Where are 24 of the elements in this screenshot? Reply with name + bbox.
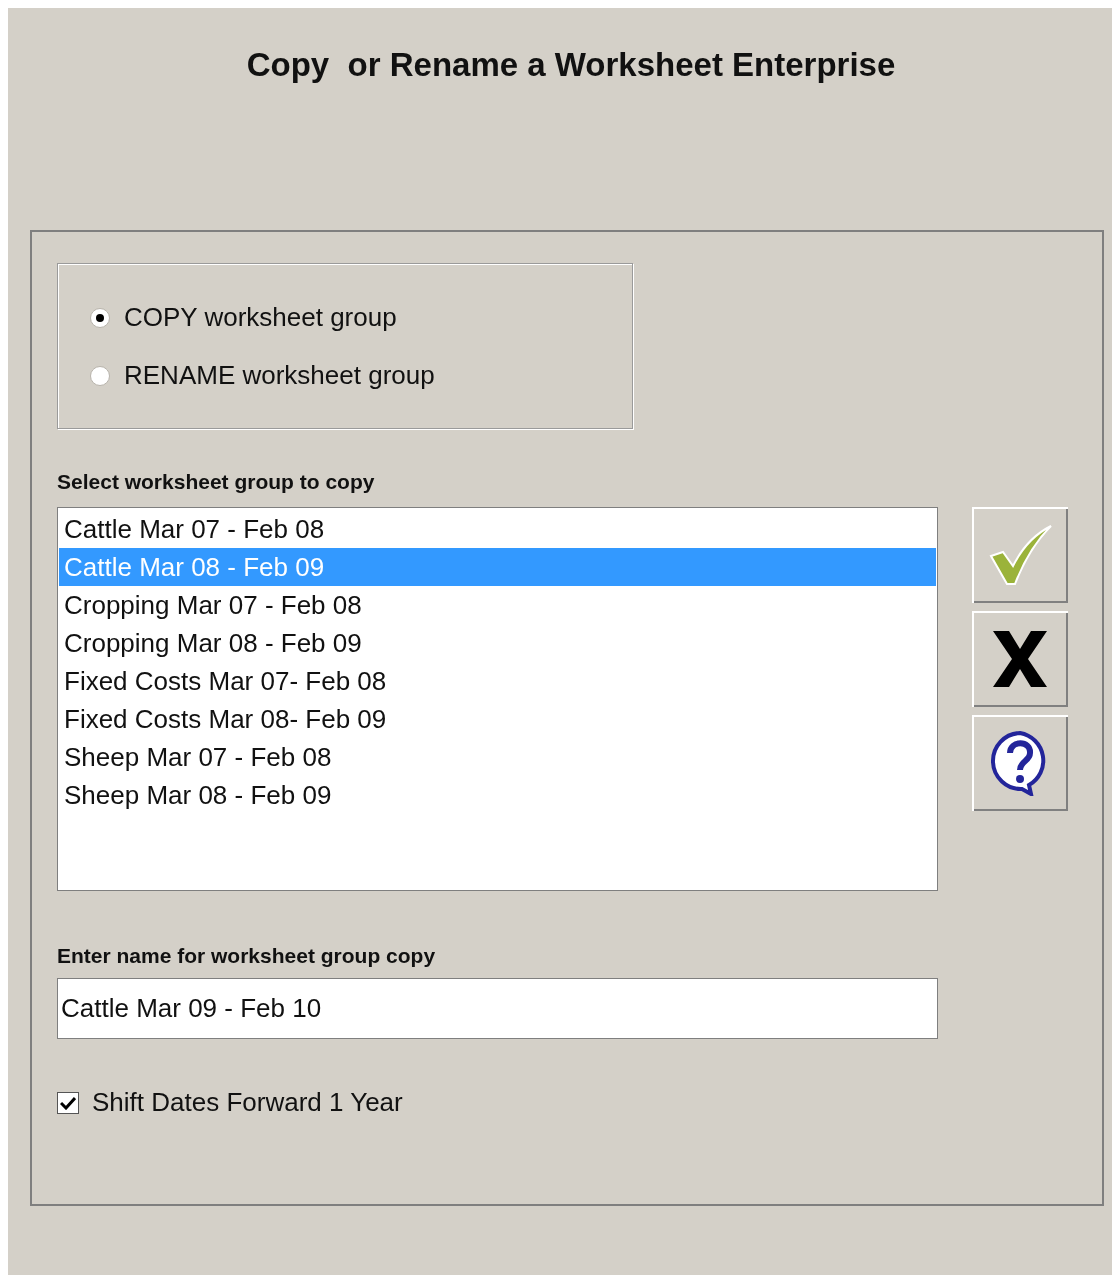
close-icon <box>991 629 1049 689</box>
radio-label[interactable]: RENAME worksheet group <box>124 360 435 391</box>
radio-label[interactable]: COPY worksheet group <box>124 302 397 333</box>
list-item[interactable]: Cattle Mar 07 - Feb 08 <box>59 510 936 548</box>
checkmark-icon <box>987 522 1053 588</box>
ok-button[interactable] <box>972 507 1068 603</box>
radio-button[interactable] <box>90 365 110 386</box>
list-item[interactable]: Fixed Costs Mar 08- Feb 09 <box>59 700 936 738</box>
checkmark-icon <box>60 1095 76 1110</box>
cancel-button[interactable] <box>972 611 1068 707</box>
radio-button[interactable] <box>90 307 110 328</box>
list-item[interactable]: Cropping Mar 07 - Feb 08 <box>59 586 936 624</box>
list-item[interactable]: Cropping Mar 08 - Feb 09 <box>59 624 936 662</box>
list-item[interactable]: Sheep Mar 08 - Feb 09 <box>59 776 936 814</box>
help-button[interactable] <box>972 715 1068 811</box>
dialog-title: Copy or Rename a Worksheet Enterprise <box>246 46 896 84</box>
name-input-field[interactable]: Cattle Mar 09 - Feb 10 <box>57 978 938 1039</box>
checkbox[interactable] <box>57 1091 79 1114</box>
list-label: Select worksheet group to copy <box>57 470 375 494</box>
list-item[interactable]: Sheep Mar 07 - Feb 08 <box>59 738 936 776</box>
worksheet-group-list[interactable]: Cattle Mar 07 - Feb 08 Cattle Mar 08 - Feb 09 Cropping Mar 07 - Feb 08 Cropping Mar 08 - Feb 09 Fixed Costs Mar 07- Feb 08 Fixed Costs Mar 08- Feb 09 Sheep Mar 07 - Feb 08 Sheep Mar 08 - Feb 09 <box>57 507 938 891</box>
field-label: Enter name for worksheet group copy <box>57 944 436 968</box>
list-item[interactable]: Fixed Costs Mar 07- Feb 08 <box>59 662 936 700</box>
checkbox-label[interactable]: Shift Dates Forward 1 Year <box>92 1087 403 1118</box>
